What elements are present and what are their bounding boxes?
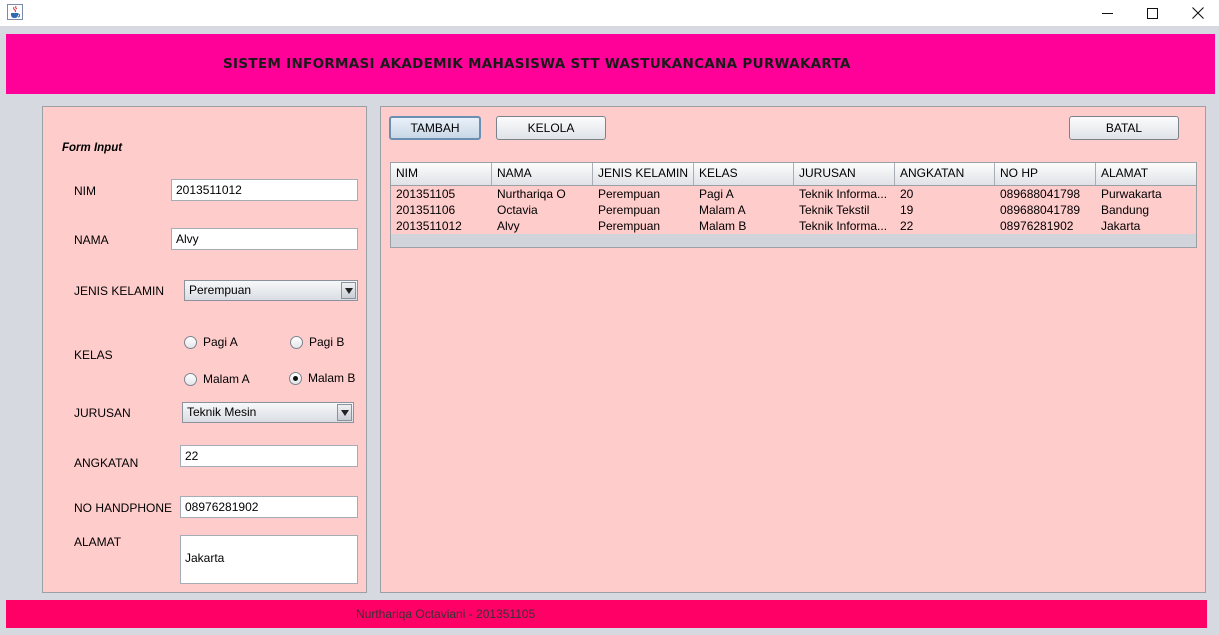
radio-pagi-a-label: Pagi A	[203, 335, 238, 349]
jenis-kelamin-value: Perempuan	[189, 283, 252, 297]
maximize-button[interactable]	[1129, 0, 1175, 26]
mahasiswa-table[interactable]: NIM NAMA JENIS KELAMIN KELAS JURUSAN ANG…	[390, 162, 1197, 248]
nim-label: NIM	[74, 184, 96, 198]
table-cell: 08976281902	[1000, 219, 1074, 233]
close-icon	[1192, 7, 1204, 19]
radio-malam-a[interactable]: Malam A	[184, 372, 250, 386]
table-cell: 089688041789	[1000, 203, 1081, 217]
table-cell: Teknik Informa...	[799, 187, 888, 201]
column-header-nim[interactable]: NIM	[391, 163, 492, 185]
minimize-button[interactable]	[1084, 0, 1130, 26]
alamat-label: ALAMAT	[74, 535, 122, 549]
column-header-jurusan[interactable]: JURUSAN	[794, 163, 895, 185]
chevron-down-icon[interactable]	[341, 282, 356, 299]
table-cell: Nurthariqa O	[497, 187, 566, 201]
java-cup-icon	[7, 4, 23, 20]
nama-field[interactable]	[171, 228, 358, 250]
alamat-textarea[interactable]: Jakarta	[180, 535, 358, 584]
column-header-nama[interactable]: NAMA	[492, 163, 593, 185]
table-cell: Malam A	[699, 203, 746, 217]
radio-pagi-b[interactable]: Pagi B	[290, 335, 344, 349]
column-header-jenis-kelamin[interactable]: JENIS KELAMIN	[593, 163, 694, 185]
footer-credit: Nurthariqa Octaviani - 201351105	[356, 607, 536, 621]
chevron-down-icon[interactable]	[337, 404, 352, 421]
table-cell: Teknik Tekstil	[799, 203, 870, 217]
table-cell: Jakarta	[1101, 219, 1141, 233]
batal-button[interactable]: BATAL	[1069, 116, 1179, 140]
table-row[interactable]: 201351105 Nurthariqa O Perempuan Pagi A …	[391, 186, 1196, 202]
table-cell: 201351106	[396, 203, 456, 217]
jurusan-value: Teknik Mesin	[187, 405, 257, 419]
radio-malam-a-label: Malam A	[203, 372, 250, 386]
table-cell: Pagi A	[699, 187, 734, 201]
nim-field[interactable]	[171, 179, 358, 201]
app-title: SISTEM INFORMASI AKADEMIK MAHASISWA STT …	[223, 56, 851, 72]
table-header: NIM NAMA JENIS KELAMIN KELAS JURUSAN ANG…	[391, 163, 1196, 186]
table-cell: Purwakarta	[1101, 187, 1162, 201]
kelola-button[interactable]: KELOLA	[496, 116, 606, 140]
minimize-icon	[1101, 12, 1113, 14]
column-header-no-hp[interactable]: NO HP	[995, 163, 1096, 185]
table-cell: Malam B	[699, 219, 747, 233]
table-row[interactable]: 2013511012 Alvy Perempuan Malam B Teknik…	[391, 218, 1196, 234]
footer-bar: Nurthariqa Octaviani - 201351105	[6, 600, 1207, 628]
jurusan-label: JURUSAN	[74, 406, 131, 420]
window-titlebar	[0, 0, 1219, 26]
table-cell: Teknik Informa...	[799, 219, 888, 233]
column-header-kelas[interactable]: KELAS	[694, 163, 794, 185]
radio-pagi-a[interactable]: Pagi A	[184, 335, 238, 349]
radio-malam-b-label: Malam B	[308, 371, 356, 385]
table-cell: Octavia	[497, 203, 538, 217]
table-cell: 201351105	[396, 187, 456, 201]
header-banner: SISTEM INFORMASI AKADEMIK MAHASISWA STT …	[6, 34, 1215, 94]
table-body: 201351105 Nurthariqa O Perempuan Pagi A …	[391, 186, 1196, 234]
close-button[interactable]	[1175, 0, 1219, 26]
table-cell: 2013511012	[396, 219, 462, 233]
no-handphone-label: NO HANDPHONE	[74, 501, 173, 515]
table-cell: 20	[900, 187, 914, 201]
table-cell: Perempuan	[598, 203, 661, 217]
jenis-kelamin-label: JENIS KELAMIN	[74, 284, 165, 298]
table-cell: Perempuan	[598, 187, 661, 201]
jenis-kelamin-select[interactable]: Perempuan	[184, 280, 358, 301]
table-cell: Alvy	[497, 219, 520, 233]
angkatan-field[interactable]	[180, 445, 358, 467]
table-row[interactable]: 201351106 Octavia Perempuan Malam A Tekn…	[391, 202, 1196, 218]
tambah-button[interactable]: TAMBAH	[389, 116, 481, 140]
nama-label: NAMA	[74, 233, 109, 247]
radio-checked-icon	[289, 371, 302, 385]
radio-pagi-b-label: Pagi B	[309, 335, 345, 349]
column-header-angkatan[interactable]: ANGKATAN	[895, 163, 995, 185]
radio-malam-b[interactable]: Malam B	[289, 371, 355, 385]
angkatan-label: ANGKATAN	[74, 456, 139, 470]
table-cell: 19	[900, 203, 914, 217]
table-cell: Bandung	[1101, 203, 1150, 217]
table-cell: Perempuan	[598, 219, 661, 233]
column-header-alamat[interactable]: ALAMAT	[1096, 163, 1196, 185]
no-handphone-field[interactable]	[180, 496, 358, 518]
maximize-icon	[1146, 7, 1158, 19]
table-cell: 22	[900, 219, 914, 233]
radio-unchecked-icon	[290, 335, 303, 349]
kelas-label: KELAS	[74, 348, 113, 362]
jurusan-select[interactable]: Teknik Mesin	[182, 402, 354, 423]
table-cell: 089688041798	[1000, 187, 1081, 201]
radio-unchecked-icon	[184, 335, 197, 349]
form-title: Form Input	[62, 142, 123, 154]
radio-unchecked-icon	[184, 372, 197, 386]
